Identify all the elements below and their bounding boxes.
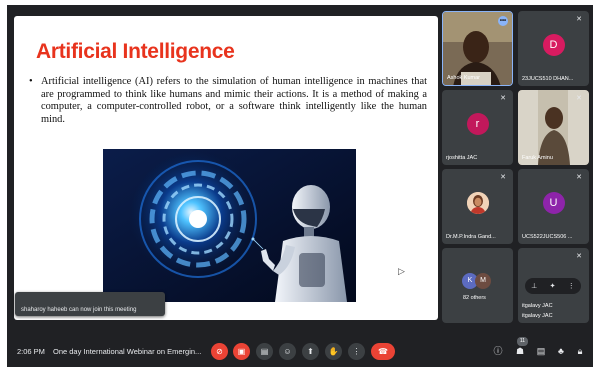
emoji-icon[interactable]: ☺ (279, 343, 296, 360)
others-count-label: 82 others (463, 295, 486, 301)
mouse-cursor-icon: ▷ (398, 266, 405, 276)
participant-name: 23JUCS510 DHAN... (522, 76, 574, 82)
mic-off-icon: ✕ (500, 95, 506, 102)
participant-tile-dhan[interactable]: ✕ D 23JUCS510 DHAN... (518, 11, 589, 86)
avatar (466, 191, 489, 214)
participant-tile-itgalavy[interactable]: ✕ ⊥ ✦ ⋮ itgalavy JAC itgalavy JAC (518, 248, 589, 323)
others-tile[interactable]: K M 82 others (442, 248, 513, 323)
robot-illustration (103, 149, 356, 302)
more-options-icon[interactable]: ••• (498, 16, 508, 26)
mic-off-icon: ✕ (576, 253, 582, 260)
participant-name: Dr.M.P.Indra Gand... (446, 234, 496, 240)
more-options-icon[interactable]: ⋮ (568, 282, 575, 290)
avatar: D (542, 33, 565, 56)
meeting-title: One day International Webinar on Emergin… (53, 347, 202, 356)
participant-tile-indra[interactable]: ✕ Dr.M.P.Indra Gand... (442, 169, 513, 244)
activities-icon[interactable]: ♣ (555, 345, 567, 357)
bullet-point: • (29, 76, 33, 87)
avatar: U (542, 191, 565, 214)
people-icon[interactable]: ☗ (514, 345, 526, 357)
lock-icon[interactable]: 🔒︎ (574, 345, 586, 357)
mic-off-icon: ✕ (576, 95, 582, 102)
end-call-button[interactable]: ☎ (371, 343, 395, 360)
participant-name: Ashok Kumar (447, 75, 481, 81)
pin-icon[interactable]: ⊥ (531, 282, 537, 290)
participant-tile-ucs522[interactable]: ✕ U UCS522JUCS506 ... (518, 169, 589, 244)
participant-name: UCS522JUCS506 ... (522, 234, 573, 240)
join-notification-toast: shaharoy haheeb can now join this meetin… (15, 292, 165, 316)
participant-name-overlay: itgalavy JAC (522, 303, 553, 309)
mic-off-icon: ✕ (500, 174, 506, 181)
chat-icon[interactable]: ▤ (535, 345, 547, 357)
avatar: r (466, 112, 489, 135)
tile-hover-controls: ⊥ ✦ ⋮ (525, 278, 581, 294)
meet-window: Artificial Intelligence • Artificial int… (7, 5, 593, 367)
info-icon[interactable]: ⓘ (492, 345, 504, 357)
participant-tile-rjoshitta[interactable]: ✕ r rjoshitta JAC (442, 90, 513, 165)
avatar: M (475, 273, 491, 289)
participant-tile-faruk[interactable]: ✕ Faruk Aminu (518, 90, 589, 165)
effects-icon[interactable]: ✦ (550, 282, 556, 290)
participant-name: rjoshitta JAC (446, 155, 478, 161)
raise-hand-icon[interactable]: ✋ (325, 343, 342, 360)
meeting-clock: 2:06 PM (17, 347, 45, 356)
mic-off-icon: ✕ (576, 174, 582, 181)
presentation-slide: Artificial Intelligence • Artificial int… (14, 16, 438, 320)
mic-off-icon: ✕ (576, 16, 582, 23)
slide-body: • Artificial intelligence (AI) refers to… (29, 76, 427, 126)
captions-icon[interactable]: ▤ (256, 343, 273, 360)
slide-paragraph: Artificial intelligence (AI) refers to t… (41, 76, 427, 125)
toast-text: shaharoy haheeb can now join this meetin… (21, 307, 137, 313)
mic-off-icon[interactable]: ⊘ (211, 343, 228, 360)
slide-title: Artificial Intelligence (36, 40, 235, 63)
participant-name: Faruk Aminu (522, 155, 553, 161)
camera-off-icon[interactable]: ▣ (233, 343, 250, 360)
participant-name: itgalavy JAC (522, 313, 553, 319)
more-options-icon[interactable]: ⋮ (348, 343, 365, 360)
bottom-control-bar: 2:06 PM One day International Webinar on… (7, 337, 593, 367)
present-icon[interactable]: ⬆ (302, 343, 319, 360)
participant-tile-ashok[interactable]: ••• Ashok Kumar (442, 11, 513, 86)
